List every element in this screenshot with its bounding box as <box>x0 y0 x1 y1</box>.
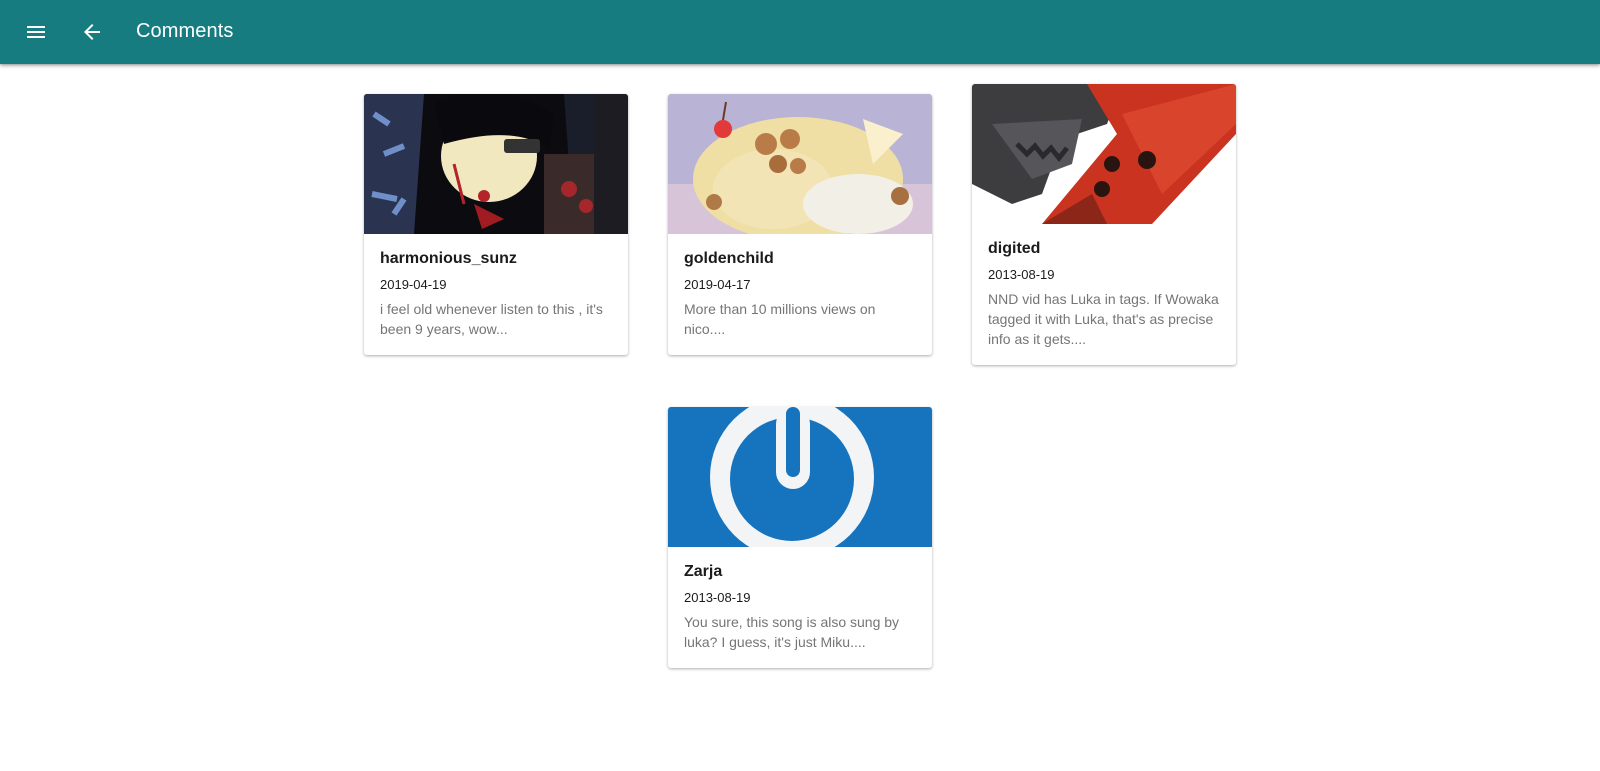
app-bar: Comments <box>0 0 1600 64</box>
page-title: Comments <box>136 20 234 42</box>
avatar-image <box>668 407 932 547</box>
comment-card[interactable]: digited 2013-08-19 NND vid has Luka in t… <box>972 84 1236 365</box>
comment-text: i feel old whenever listen to this , it'… <box>380 301 603 337</box>
comment-date: 2013-08-19 <box>684 590 751 605</box>
comment-author: harmonious_sunz <box>380 250 517 267</box>
comment-date: 2019-04-17 <box>684 277 751 292</box>
menu-button[interactable] <box>12 8 60 56</box>
arrow-back-icon <box>84 24 100 40</box>
comment-card[interactable]: goldenchild 2019-04-17 More than 10 mill… <box>668 94 932 355</box>
comment-text: You sure, this song is also sung by luka… <box>684 614 900 650</box>
comment-card[interactable]: Zarja 2013-08-19 You sure, this song is … <box>668 407 932 668</box>
comment-author: goldenchild <box>684 250 774 267</box>
comment-text: NND vid has Luka in tags. If Wowaka tagg… <box>988 291 1219 347</box>
comment-date: 2019-04-19 <box>380 277 447 292</box>
menu-icon <box>27 26 45 38</box>
back-button[interactable] <box>68 8 116 56</box>
comment-author: Zarja <box>684 563 723 580</box>
comment-text: More than 10 millions views on nico.... <box>684 301 876 337</box>
avatar-image <box>668 94 932 234</box>
avatar-image <box>972 84 1236 224</box>
comment-card[interactable]: harmonious_sunz 2019-04-19 i feel old wh… <box>364 94 628 355</box>
comment-date: 2013-08-19 <box>988 267 1055 282</box>
comment-author: digited <box>988 240 1041 257</box>
avatar-image <box>364 94 628 234</box>
